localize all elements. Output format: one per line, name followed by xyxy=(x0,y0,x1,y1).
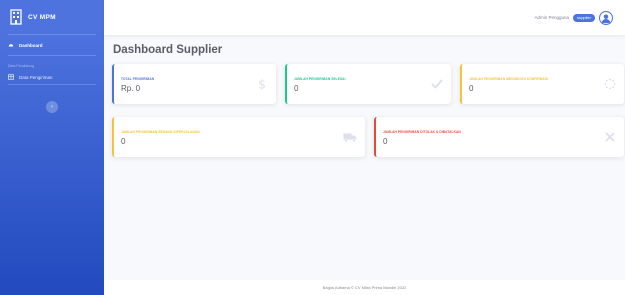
sidebar: CV MPM Dashboard Data Pendukung Data Pen… xyxy=(0,0,104,295)
truck-icon xyxy=(343,131,357,143)
footer: Bagus Adhama © CV Mitra Prima Mandiri 20… xyxy=(104,280,625,295)
card-menunggu-konfirmasi: Jumlah Pengiriman Menunggu Konfirmasi 0 xyxy=(460,64,624,104)
user-icon xyxy=(601,13,611,23)
sidebar-divider xyxy=(8,84,96,85)
card-pengiriman-selesai: Jumlah Pengiriman Selesai 0 xyxy=(285,64,451,104)
sidebar-item-data-pengiriman[interactable]: Data Pengiriman xyxy=(0,70,104,84)
user-name[interactable]: Admin Pengguna xyxy=(534,15,569,20)
spinner-icon xyxy=(604,78,616,90)
card-value: 0 xyxy=(294,84,299,93)
main-content: Dashboard Supplier Total Pengiriman Rp. … xyxy=(104,35,625,295)
card-label: Jumlah Pengiriman Selesai xyxy=(294,77,346,81)
building-icon xyxy=(10,9,22,25)
card-value: 0 xyxy=(383,137,388,146)
card-value: 0 xyxy=(121,137,126,146)
card-label: Jumlah Pengiriman Ditolak & Dibatalkan xyxy=(383,130,461,134)
topbar: Admin Pengguna supplier xyxy=(104,0,625,35)
check-icon xyxy=(431,78,443,90)
close-icon xyxy=(604,131,616,143)
card-label: Jumlah Pengiriman Sedang Diperjalanan xyxy=(121,130,200,134)
card-value: Rp. 0 xyxy=(121,84,141,93)
sidebar-divider xyxy=(8,55,96,56)
footer-copyright: Bagus Adhama © CV Mitra Prima Mandiri 20… xyxy=(322,285,407,290)
brand-name: CV MPM xyxy=(28,13,56,21)
avatar[interactable] xyxy=(599,10,613,25)
card-value: 0 xyxy=(469,84,474,93)
sidebar-item-label: Dashboard xyxy=(19,42,43,48)
dollar-icon: $ xyxy=(256,78,268,90)
svg-text:$: $ xyxy=(258,78,266,90)
card-sedang-diperjalanan: Jumlah Pengiriman Sedang Diperjalanan 0 xyxy=(112,117,365,157)
role-badge: supplier xyxy=(572,13,595,22)
card-label: Total Pengiriman xyxy=(121,77,155,81)
sidebar-item-label: Data Pengiriman xyxy=(19,74,53,80)
dashboard-icon xyxy=(8,44,14,47)
sidebar-item-dashboard[interactable]: Dashboard xyxy=(0,35,104,55)
brand[interactable]: CV MPM xyxy=(0,0,104,34)
page-title: Dashboard Supplier xyxy=(113,44,223,56)
card-label: Jumlah Pengiriman Menunggu Konfirmasi xyxy=(469,77,549,81)
card-ditolak-dibatalkan: Jumlah Pengiriman Ditolak & Dibatalkan 0 xyxy=(374,117,624,157)
table-icon xyxy=(8,74,14,80)
card-total-pengiriman: Total Pengiriman Rp. 0 $ xyxy=(112,64,276,104)
sidebar-heading: Data Pendukung xyxy=(8,64,35,68)
sidebar-toggle-button[interactable]: ‹ xyxy=(46,101,58,113)
chevron-left-icon: ‹ xyxy=(51,104,53,110)
